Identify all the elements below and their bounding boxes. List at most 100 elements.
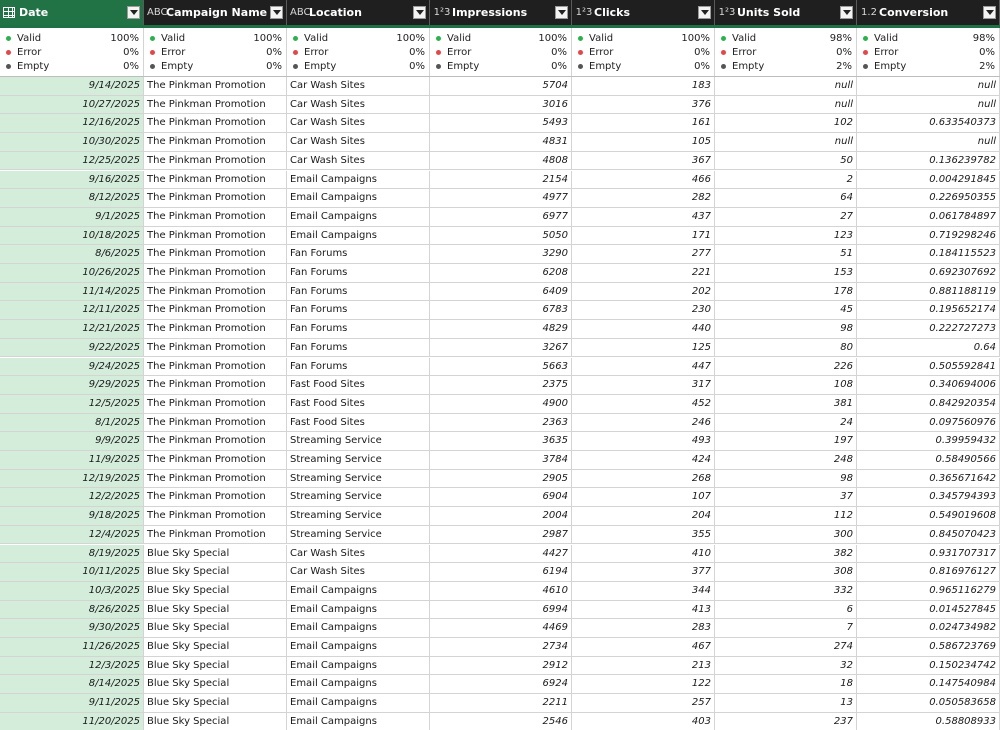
- cell-clicks[interactable]: 183: [572, 77, 715, 96]
- cell-date[interactable]: 9/14/2025: [0, 77, 144, 96]
- cell-units_sold[interactable]: 80: [715, 338, 857, 358]
- cell-clicks[interactable]: 493: [572, 432, 715, 451]
- cell-location[interactable]: Fast Food Sites: [287, 394, 430, 414]
- cell-units_sold[interactable]: 2: [715, 170, 857, 190]
- cell-date[interactable]: 8/19/2025: [0, 544, 144, 564]
- cell-location[interactable]: Car Wash Sites: [287, 114, 430, 134]
- cell-campaign[interactable]: Blue Sky Special: [144, 712, 287, 730]
- table-row[interactable]: 11/26/2025 Blue Sky Special Email Campaign…: [0, 638, 1000, 657]
- cell-campaign[interactable]: The Pinkman Promotion: [144, 469, 287, 489]
- cell-units_sold[interactable]: null: [715, 77, 857, 96]
- cell-units_sold[interactable]: 237: [715, 712, 857, 730]
- cell-date[interactable]: 12/5/2025: [0, 394, 144, 414]
- cell-impressions[interactable]: 4808: [430, 151, 572, 171]
- table-row[interactable]: 12/11/2025 The Pinkman Promotion Fan Forum…: [0, 301, 1000, 321]
- cell-date[interactable]: 9/11/2025: [0, 694, 144, 713]
- cell-campaign[interactable]: Blue Sky Special: [144, 675, 287, 695]
- cell-clicks[interactable]: 221: [572, 264, 715, 283]
- table-row[interactable]: 12/2/2025 The Pinkman Promotion Streaming …: [0, 488, 1000, 508]
- cell-campaign[interactable]: The Pinkman Promotion: [144, 264, 287, 283]
- cell-clicks[interactable]: 282: [572, 189, 715, 208]
- cell-campaign[interactable]: The Pinkman Promotion: [144, 77, 287, 96]
- table-row[interactable]: 9/1/2025 The Pinkman Promotion Email Campa…: [0, 207, 1000, 227]
- cell-impressions[interactable]: 4900: [430, 394, 572, 414]
- cell-impressions[interactable]: 5704: [430, 77, 572, 96]
- table-row[interactable]: 10/26/2025 The Pinkman Promotion Fan Forum…: [0, 264, 1000, 283]
- cell-date[interactable]: 12/19/2025: [0, 469, 144, 489]
- cell-units_sold[interactable]: 18: [715, 675, 857, 695]
- table-row[interactable]: 9/22/2025 The Pinkman Promotion Fan Forums…: [0, 338, 1000, 358]
- cell-units_sold[interactable]: 24: [715, 413, 857, 433]
- cell-date[interactable]: 12/2/2025: [0, 488, 144, 508]
- cell-conversion[interactable]: 0.58808933: [857, 712, 1000, 730]
- cell-location[interactable]: Car Wash Sites: [287, 563, 430, 582]
- cell-campaign[interactable]: The Pinkman Promotion: [144, 226, 287, 246]
- cell-conversion[interactable]: 0.549019608: [857, 507, 1000, 526]
- cell-conversion[interactable]: 0.965116279: [857, 581, 1000, 601]
- column-header-date[interactable]: Date: [0, 0, 144, 25]
- whole-number-type-icon[interactable]: 1²3: [433, 7, 451, 18]
- cell-clicks[interactable]: 437: [572, 207, 715, 227]
- cell-units_sold[interactable]: 50: [715, 151, 857, 171]
- cell-conversion[interactable]: 0.014527845: [857, 600, 1000, 620]
- cell-units_sold[interactable]: 248: [715, 451, 857, 470]
- cell-conversion[interactable]: 0.345794393: [857, 488, 1000, 508]
- cell-units_sold[interactable]: 51: [715, 245, 857, 264]
- cell-units_sold[interactable]: 7: [715, 619, 857, 638]
- filter-dropdown-button[interactable]: [840, 6, 853, 19]
- filter-dropdown-button[interactable]: [270, 6, 283, 19]
- cell-campaign[interactable]: The Pinkman Promotion: [144, 451, 287, 470]
- cell-date[interactable]: 10/30/2025: [0, 133, 144, 152]
- cell-location[interactable]: Fan Forums: [287, 338, 430, 358]
- cell-impressions[interactable]: 6783: [430, 301, 572, 321]
- cell-date[interactable]: 11/9/2025: [0, 451, 144, 470]
- table-row[interactable]: 12/25/2025 The Pinkman Promotion Car Wash …: [0, 151, 1000, 171]
- table-row[interactable]: 10/18/2025 The Pinkman Promotion Email Cam…: [0, 226, 1000, 246]
- table-row[interactable]: 9/9/2025 The Pinkman Promotion Streaming S…: [0, 432, 1000, 451]
- table-row[interactable]: 12/4/2025 The Pinkman Promotion Streaming …: [0, 525, 1000, 545]
- cell-conversion[interactable]: 0.024734982: [857, 619, 1000, 638]
- column-header-location[interactable]: ABC Location: [287, 0, 430, 25]
- cell-units_sold[interactable]: 98: [715, 320, 857, 339]
- cell-impressions[interactable]: 4831: [430, 133, 572, 152]
- cell-location[interactable]: Email Campaigns: [287, 656, 430, 676]
- cell-campaign[interactable]: The Pinkman Promotion: [144, 245, 287, 264]
- cell-location[interactable]: Email Campaigns: [287, 600, 430, 620]
- cell-location[interactable]: Streaming Service: [287, 525, 430, 545]
- cell-date[interactable]: 8/26/2025: [0, 600, 144, 620]
- cell-impressions[interactable]: 6409: [430, 282, 572, 302]
- cell-impressions[interactable]: 4977: [430, 189, 572, 208]
- cell-impressions[interactable]: 6904: [430, 488, 572, 508]
- cell-impressions[interactable]: 4427: [430, 544, 572, 564]
- cell-conversion[interactable]: 0.136239782: [857, 151, 1000, 171]
- cell-conversion[interactable]: null: [857, 77, 1000, 96]
- cell-conversion[interactable]: 0.845070423: [857, 525, 1000, 545]
- cell-location[interactable]: Streaming Service: [287, 488, 430, 508]
- table-row[interactable]: 8/14/2025 Blue Sky Special Email Campaigns…: [0, 675, 1000, 695]
- cell-clicks[interactable]: 277: [572, 245, 715, 264]
- table-row[interactable]: 12/16/2025 The Pinkman Promotion Car Wash …: [0, 114, 1000, 134]
- cell-date[interactable]: 8/1/2025: [0, 413, 144, 433]
- cell-conversion[interactable]: 0.633540373: [857, 114, 1000, 134]
- column-header-impressions[interactable]: 1²3 Impressions: [430, 0, 572, 25]
- table-row[interactable]: 10/27/2025 The Pinkman Promotion Car Wash …: [0, 95, 1000, 115]
- cell-date[interactable]: 10/26/2025: [0, 264, 144, 283]
- cell-campaign[interactable]: Blue Sky Special: [144, 581, 287, 601]
- cell-clicks[interactable]: 257: [572, 694, 715, 713]
- cell-clicks[interactable]: 447: [572, 357, 715, 377]
- cell-campaign[interactable]: Blue Sky Special: [144, 638, 287, 657]
- cell-location[interactable]: Fast Food Sites: [287, 376, 430, 395]
- cell-units_sold[interactable]: 37: [715, 488, 857, 508]
- table-row[interactable]: 10/3/2025 Blue Sky Special Email Campaigns…: [0, 581, 1000, 601]
- cell-date[interactable]: 10/18/2025: [0, 226, 144, 246]
- cell-conversion[interactable]: 0.58490566: [857, 451, 1000, 470]
- cell-campaign[interactable]: The Pinkman Promotion: [144, 282, 287, 302]
- cell-location[interactable]: Email Campaigns: [287, 226, 430, 246]
- cell-clicks[interactable]: 317: [572, 376, 715, 395]
- cell-campaign[interactable]: The Pinkman Promotion: [144, 413, 287, 433]
- cell-impressions[interactable]: 6977: [430, 207, 572, 227]
- cell-campaign[interactable]: The Pinkman Promotion: [144, 301, 287, 321]
- cell-campaign[interactable]: Blue Sky Special: [144, 619, 287, 638]
- cell-units_sold[interactable]: 102: [715, 114, 857, 134]
- cell-clicks[interactable]: 202: [572, 282, 715, 302]
